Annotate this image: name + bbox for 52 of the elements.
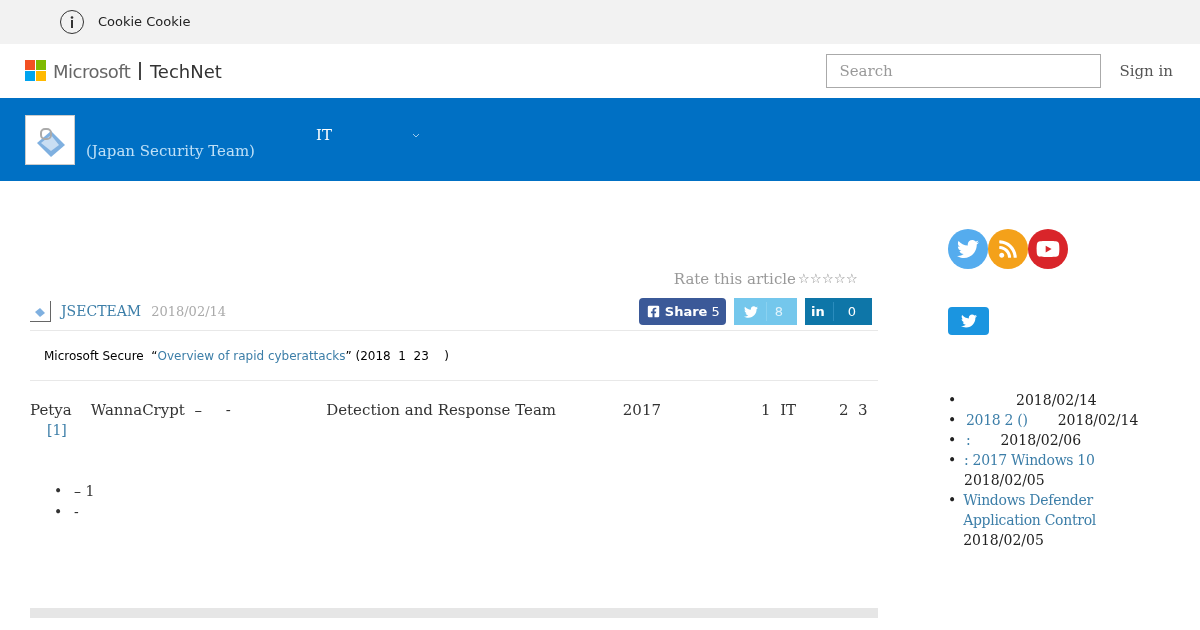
article-link[interactable]: Overview of rapid cyberattacks	[157, 346, 346, 365]
linkedin-share-button[interactable]: in 0	[805, 298, 872, 325]
author-link[interactable]: JSECTEAM	[61, 301, 142, 322]
rating-label: Rate this article	[673, 268, 796, 290]
list-item: – 1	[74, 482, 95, 501]
star-icon[interactable]: ☆	[822, 269, 834, 289]
rss-icon[interactable]	[988, 229, 1028, 269]
post-date: 2018/02/14	[1016, 391, 1097, 410]
twitter-icon[interactable]	[948, 229, 988, 269]
post-date: 2018/02/14	[151, 302, 227, 321]
sign-in-link[interactable]: Sign in	[1119, 59, 1173, 83]
nav-menu-button[interactable]: IT	[316, 124, 420, 147]
twitter-icon	[743, 304, 758, 319]
bullet: •	[948, 431, 958, 450]
video-play-icon[interactable]	[1028, 229, 1068, 269]
author-avatar	[30, 301, 51, 322]
blog-logo[interactable]	[25, 114, 75, 165]
bullet: •	[948, 391, 958, 410]
post-date: 2018/02/14	[1057, 411, 1139, 430]
blog-subtitle: (Japan Security Team)	[86, 140, 255, 162]
bullet: •	[54, 503, 64, 522]
twitter-icon	[960, 313, 977, 329]
list-item: -	[74, 503, 79, 522]
bullet: •	[948, 451, 958, 470]
bullet: •	[948, 491, 958, 510]
star-icon[interactable]: ☆	[846, 269, 858, 289]
brand-name: Microsoft	[53, 59, 131, 84]
facebook-share-button[interactable]: Share 5	[638, 298, 726, 325]
post-link[interactable]: Windows Defender Application Control	[963, 490, 1109, 530]
windows-logo-icon	[25, 60, 47, 82]
star-rating[interactable]: ☆☆☆☆☆	[798, 269, 858, 289]
star-icon[interactable]: ☆	[834, 269, 846, 289]
star-icon[interactable]: ☆	[810, 269, 822, 289]
bullet: •	[54, 482, 64, 501]
star-icon[interactable]: ☆	[798, 269, 810, 289]
cookie-text: Cookie Cookie	[98, 13, 191, 32]
intro-text: Microsoft Secure “Overview of rapid cyberattacks” (2018 1 23 )	[30, 331, 878, 381]
post-link[interactable]: 2018 2 ()	[966, 410, 1028, 430]
post-date: 2018/02/05	[963, 531, 1044, 550]
post-date: 2018/02/05	[963, 471, 1045, 490]
body-text: Petya WannaCrypt – - Detection and Response Team 2017 1 IT 2 3	[30, 400, 869, 420]
footnote-link[interactable]: [1]	[47, 420, 67, 440]
bullet: •	[948, 411, 958, 430]
product-name: TechNet	[149, 59, 222, 84]
facebook-icon	[646, 305, 660, 318]
twitter-follow-button[interactable]	[948, 307, 989, 335]
search-field[interactable]: Search	[826, 54, 1102, 88]
post-link[interactable]: : 2017 Windows 10	[963, 450, 1095, 470]
microsoft-logo[interactable]: Microsoft TechNet	[25, 57, 222, 85]
chevron-down-icon	[411, 132, 420, 138]
post-date: 2018/02/06	[1000, 431, 1082, 450]
post-link[interactable]: :	[966, 430, 971, 450]
